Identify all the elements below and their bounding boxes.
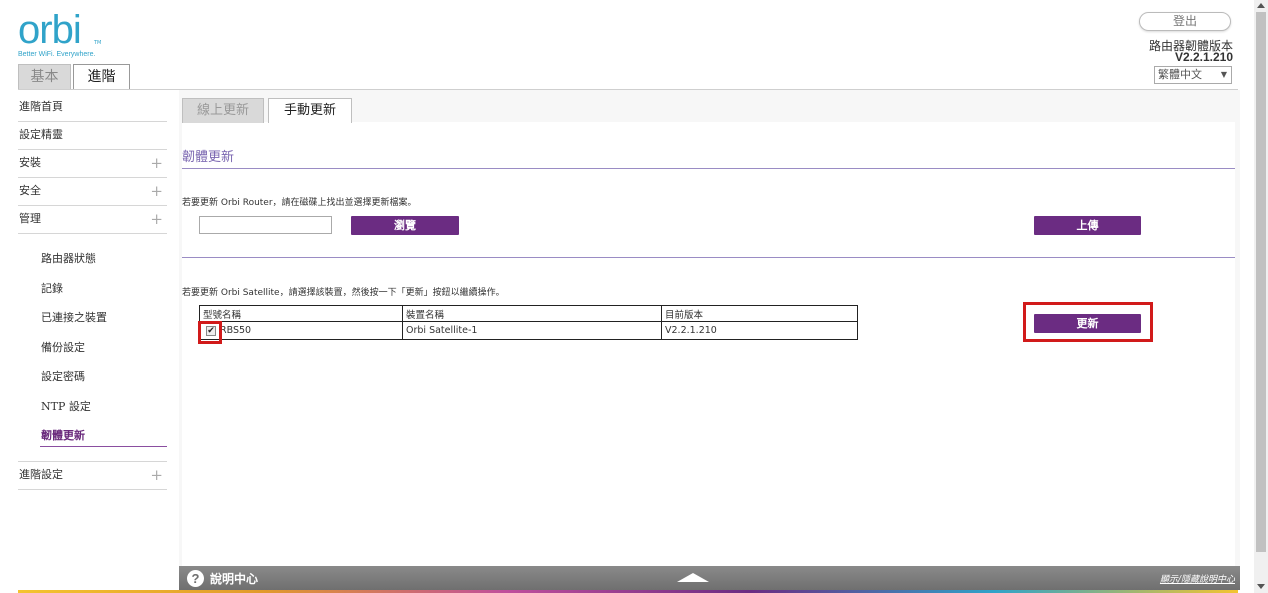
submenu-item-backup-settings[interactable]: 備份設定 <box>18 333 167 363</box>
section-divider <box>182 257 1235 258</box>
tab-basic[interactable]: 基本 <box>18 64 71 90</box>
column-header-device: 裝置名稱 <box>402 305 662 322</box>
plus-icon: + <box>150 182 163 200</box>
sidebar-item-label: 進階首頁 <box>19 100 63 113</box>
tab-online-update[interactable]: 線上更新 <box>182 98 264 123</box>
sidebar-item-advanced-home[interactable]: 進階首頁 <box>18 94 167 122</box>
submenu-item-ntp-settings[interactable]: NTP 設定 <box>18 392 167 422</box>
router-update-instruction: 若要更新 Orbi Router，請在磁碟上找出並選擇更新檔案。 <box>182 198 417 208</box>
plus-icon: + <box>150 154 163 172</box>
logo-trademark: TM <box>94 40 102 46</box>
submenu-item-set-password[interactable]: 設定密碼 <box>18 362 167 392</box>
language-select-value: 繁體中文 <box>1158 68 1202 81</box>
tab-advanced[interactable]: 進階 <box>73 64 130 90</box>
help-icon: ? <box>187 570 204 587</box>
logo-wordmark: orbi <box>18 8 82 52</box>
firmware-file-input[interactable] <box>199 216 332 234</box>
sidebar-item-security[interactable]: 安全 + <box>18 178 167 206</box>
plus-icon: + <box>150 210 163 228</box>
scrollbar-thumb[interactable] <box>1256 12 1266 552</box>
firmware-version-value: V2.2.1.210 <box>1174 50 1233 64</box>
sidebar-separator <box>18 451 167 462</box>
plus-icon: + <box>150 465 163 484</box>
cell-version: V2.2.1.210 <box>661 321 858 340</box>
sidebar-item-setup[interactable]: 安裝 + <box>18 150 167 178</box>
update-button[interactable]: 更新 <box>1034 314 1141 333</box>
sidebar: 進階首頁 設定精靈 安裝 + 安全 + 管理 + 路由器狀態 記錄 已連接之裝置… <box>18 94 167 490</box>
language-select[interactable]: 繁體中文 ▼ <box>1154 66 1232 84</box>
help-center-label: 說明中心 <box>210 572 259 586</box>
submenu-item-logs[interactable]: 記錄 <box>18 274 167 304</box>
sidebar-item-setup-wizard[interactable]: 設定精靈 <box>18 122 167 150</box>
cell-device: Orbi Satellite-1 <box>402 321 662 340</box>
scroll-down-icon[interactable] <box>1257 584 1265 589</box>
section-title: 韌體更新 <box>182 150 235 165</box>
content-panel <box>182 122 1235 566</box>
scroll-up-icon[interactable] <box>1257 3 1265 8</box>
satellite-update-instruction: 若要更新 Orbi Satellite，請選擇該裝置，然後按一下「更新」按鈕以繼… <box>182 288 505 298</box>
browse-button[interactable]: 瀏覽 <box>351 216 459 235</box>
orbi-logo: orbi TM Better WiFi. Everywhere. <box>18 10 138 60</box>
column-header-model: 型號名稱 <box>199 305 403 322</box>
table-row: ✔ RBS50 Orbi Satellite-1 V2.2.1.210 <box>199 321 858 340</box>
page-scrollbar[interactable] <box>1254 0 1268 593</box>
sidebar-item-advanced-setup[interactable]: 進階設定 + <box>18 462 167 490</box>
sidebar-item-label: 安全 <box>19 184 41 197</box>
submenu-item-firmware-update[interactable]: 韌體更新 <box>18 421 167 451</box>
cell-model: ✔ RBS50 <box>199 321 403 340</box>
upload-button[interactable]: 上傳 <box>1034 216 1141 235</box>
highlight-checkbox-box <box>198 321 222 344</box>
submenu-item-router-status[interactable]: 路由器狀態 <box>18 244 167 274</box>
sidebar-item-label: 管理 <box>19 212 41 225</box>
chevron-down-icon: ▼ <box>1220 70 1227 79</box>
logout-button[interactable]: 登出 <box>1139 12 1231 31</box>
sidebar-item-label: 進階設定 <box>19 467 63 481</box>
model-name: RBS50 <box>220 325 252 336</box>
tab-manual-update[interactable]: 手動更新 <box>268 98 352 123</box>
expand-up-icon[interactable] <box>677 573 709 582</box>
administration-submenu: 路由器狀態 記錄 已連接之裝置 備份設定 設定密碼 NTP 設定 韌體更新 <box>18 234 167 451</box>
toggle-help-link[interactable]: 顯示/隱藏說明中心 <box>1160 572 1235 585</box>
sidebar-item-label: 安裝 <box>19 156 41 169</box>
sidebar-item-label: 設定精靈 <box>19 128 63 141</box>
submenu-item-attached-devices[interactable]: 已連接之裝置 <box>18 303 167 333</box>
logo-tagline: Better WiFi. Everywhere. <box>18 51 96 58</box>
help-center-bar[interactable]: ? 說明中心 顯示/隱藏說明中心 <box>179 566 1240 590</box>
table-header-row: 型號名稱 裝置名稱 目前版本 <box>199 305 858 322</box>
sidebar-item-administration[interactable]: 管理 + <box>18 206 167 234</box>
column-header-version: 目前版本 <box>661 305 858 322</box>
page-root: orbi TM Better WiFi. Everywhere. 基本 進階 登… <box>0 0 1268 593</box>
section-divider <box>182 168 1235 169</box>
satellite-table: 型號名稱 裝置名稱 目前版本 ✔ RBS50 Orbi Satellite-1 … <box>199 305 858 340</box>
